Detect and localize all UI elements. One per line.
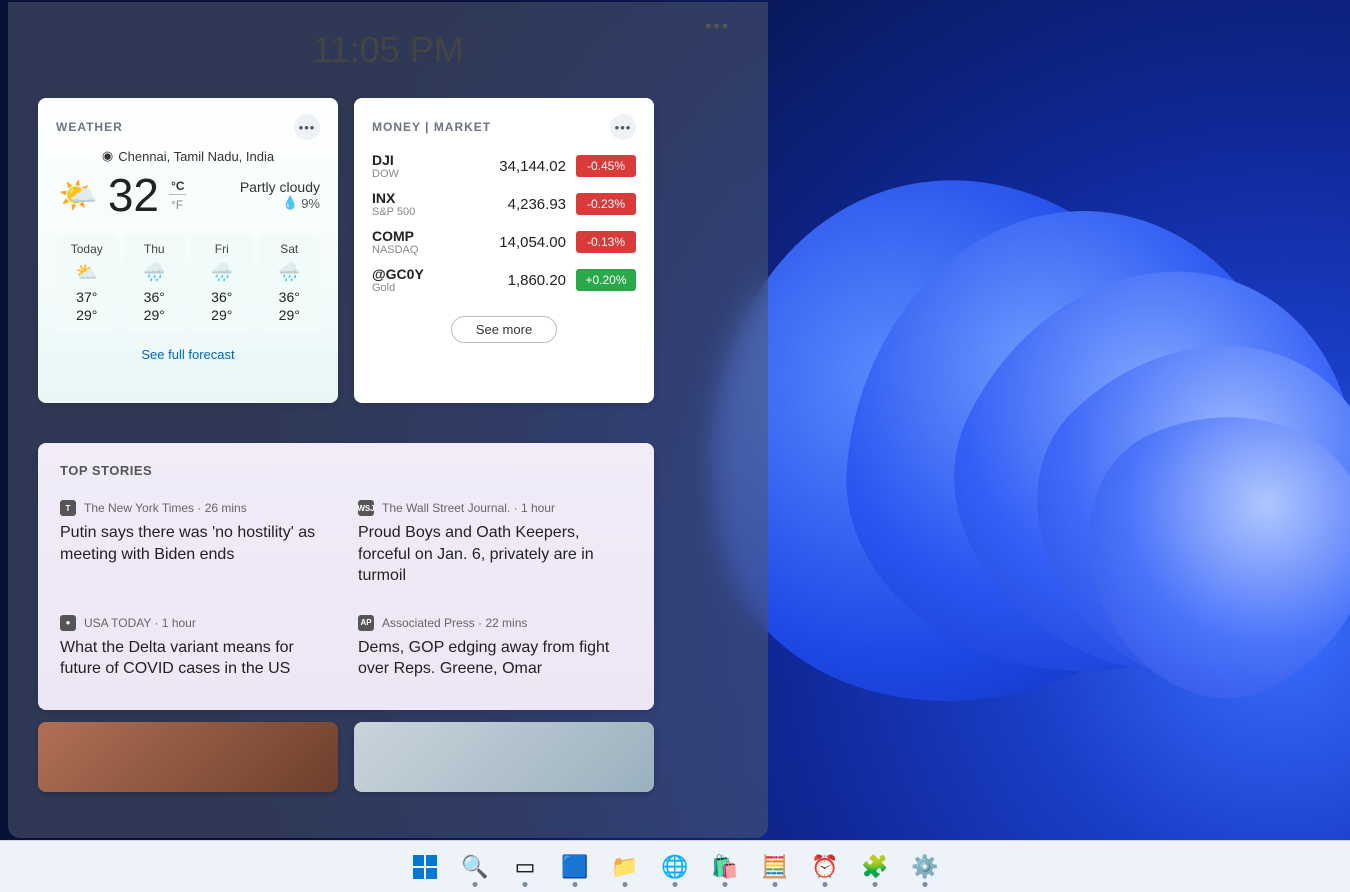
market-row[interactable]: COMPNASDAQ 14,054.00 -0.13% [372, 228, 636, 256]
widgets-panel: 11:05 PM ••• WEATHER ••• ◉ Chennai, Tami… [8, 2, 768, 838]
change-badge: -0.45% [576, 155, 636, 177]
search-icon: 🔍 [461, 854, 488, 880]
weather-icon: ⛅ [58, 262, 116, 283]
store-icon: 🛍️ [711, 854, 738, 880]
location-icon: ◉ [102, 148, 113, 164]
market-widget[interactable]: MONEY | MARKET ••• DJIDOW 34,144.02 -0.4… [354, 98, 654, 403]
source-icon: AP [358, 615, 374, 631]
taskbar-task-view[interactable]: ▭ [504, 846, 546, 888]
market-row[interactable]: @GC0YGold 1,860.20 +0.20% [372, 266, 636, 294]
change-badge: -0.23% [576, 193, 636, 215]
clock-icon: ⏰ [811, 854, 838, 880]
weather-icon: 🌧️ [261, 262, 319, 283]
market-row[interactable]: DJIDOW 34,144.02 -0.45% [372, 152, 636, 180]
forecast-day[interactable]: Today ⛅ 37° 29° [56, 234, 118, 333]
calculator-icon: 🧮 [761, 854, 788, 880]
change-badge: +0.20% [576, 269, 636, 291]
app-a-icon: 🧩 [861, 854, 888, 880]
widgets-clock: 11:05 PM [312, 29, 463, 71]
news-story[interactable]: WSJThe Wall Street Journal. · 1 hour Pro… [358, 500, 632, 587]
top-stories-title: TOP STORIES [60, 463, 632, 478]
news-story[interactable]: TThe New York Times · 26 mins Putin says… [60, 500, 334, 587]
taskbar-settings[interactable]: ⚙️ [904, 846, 946, 888]
widgets-settings-button[interactable]: ••• [705, 16, 730, 37]
weather-temp: 32 [108, 168, 159, 222]
weather-icon: 🌧️ [126, 262, 184, 283]
forecast-day[interactable]: Thu 🌧️ 36° 29° [124, 234, 186, 333]
weather-title: WEATHER [56, 120, 123, 134]
start-icon [413, 855, 437, 879]
widgets-icon: 🟦 [561, 854, 588, 880]
weather-condition: Partly cloudy [240, 179, 320, 195]
weather-icon: 🌧️ [193, 262, 251, 283]
weather-widget[interactable]: WEATHER ••• ◉ Chennai, Tamil Nadu, India… [38, 98, 338, 403]
news-story[interactable]: ●USA TODAY · 1 hour What the Delta varia… [60, 615, 334, 680]
taskbar-file-explorer[interactable]: 📁 [604, 846, 646, 888]
taskbar-start[interactable] [404, 846, 446, 888]
taskbar-app-a[interactable]: 🧩 [854, 846, 896, 888]
source-icon: T [60, 500, 76, 516]
forecast-day[interactable]: Fri 🌧️ 36° 29° [191, 234, 253, 333]
temp-unit-toggle[interactable]: °C °F [169, 178, 186, 213]
task-view-icon: ▭ [515, 854, 536, 880]
market-more-button[interactable]: ••• [610, 114, 636, 140]
taskbar-clock[interactable]: ⏰ [804, 846, 846, 888]
taskbar-calculator[interactable]: 🧮 [754, 846, 796, 888]
source-icon: WSJ [358, 500, 374, 516]
weather-location: ◉ Chennai, Tamil Nadu, India [56, 148, 320, 164]
taskbar: 🔍 ▭ 🟦 📁 🌐 🛍️ 🧮 ⏰ 🧩 ⚙️ [0, 840, 1350, 892]
file-explorer-icon: 📁 [611, 854, 638, 880]
news-story[interactable]: APAssociated Press · 22 mins Dems, GOP e… [358, 615, 632, 680]
see-full-forecast-link[interactable]: See full forecast [56, 347, 320, 362]
market-see-more-button[interactable]: See more [451, 316, 557, 343]
top-stories-widget[interactable]: TOP STORIES TThe New York Times · 26 min… [38, 443, 654, 710]
droplet-icon: 💧 [282, 195, 298, 211]
news-thumbnail[interactable] [354, 722, 654, 792]
market-row[interactable]: INXS&P 500 4,236.93 -0.23% [372, 190, 636, 218]
edge-icon: 🌐 [661, 854, 688, 880]
forecast-day[interactable]: Sat 🌧️ 36° 29° [259, 234, 321, 333]
taskbar-widgets[interactable]: 🟦 [554, 846, 596, 888]
taskbar-search[interactable]: 🔍 [454, 846, 496, 888]
taskbar-store[interactable]: 🛍️ [704, 846, 746, 888]
weather-more-button[interactable]: ••• [294, 114, 320, 140]
source-icon: ● [60, 615, 76, 631]
change-badge: -0.13% [576, 231, 636, 253]
taskbar-edge[interactable]: 🌐 [654, 846, 696, 888]
weather-icon: 🌤️ [58, 176, 98, 214]
settings-icon: ⚙️ [911, 854, 938, 880]
market-title: MONEY | MARKET [372, 120, 491, 134]
news-thumbnail[interactable] [38, 722, 338, 792]
